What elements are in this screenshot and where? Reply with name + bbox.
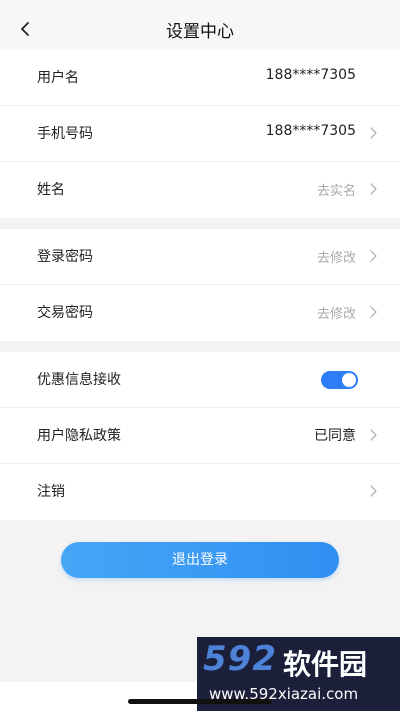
row-label: 姓名 [37, 182, 65, 198]
row-value: 去实名 [316, 184, 356, 199]
row-value: 去修改 [316, 307, 356, 322]
row-label: 注销 [37, 484, 65, 500]
row-deregister[interactable]: 注销 [0, 464, 400, 520]
row-promo-receive: 优惠信息接收 [0, 352, 400, 408]
row-label: 交易密码 [37, 305, 93, 321]
row-label: 用户隐私政策 [37, 428, 121, 444]
row-realname[interactable]: 姓名 去实名 [0, 162, 400, 218]
promo-toggle[interactable] [321, 371, 358, 389]
home-indicator[interactable] [128, 699, 272, 704]
watermark-logo: 592 [203, 639, 277, 679]
chevron-right-icon [370, 306, 377, 318]
row-value: 188****7305 [265, 123, 356, 139]
page-title: 设置中心 [166, 22, 234, 42]
row-label: 登录密码 [37, 249, 93, 265]
privacy-group: 优惠信息接收 用户隐私政策 已同意 注销 [0, 352, 400, 520]
row-value: 188****7305 [265, 67, 356, 83]
row-label: 优惠信息接收 [37, 372, 121, 388]
row-value: 去修改 [316, 251, 356, 266]
chevron-right-icon [370, 250, 377, 262]
row-username: 用户名 188****7305 [0, 50, 400, 106]
row-privacy-policy[interactable]: 用户隐私政策 已同意 [0, 408, 400, 464]
logout-button[interactable]: 退出登录 [61, 542, 339, 578]
row-label: 手机号码 [37, 126, 93, 142]
chevron-right-icon [370, 183, 377, 195]
chevron-right-icon [370, 485, 377, 497]
navigation-bar: 设置中心 [0, 0, 400, 56]
row-value: 已同意 [314, 428, 356, 444]
toggle-knob [342, 373, 356, 387]
row-login-password[interactable]: 登录密码 去修改 [0, 229, 400, 285]
watermark-name: 软件园 [283, 648, 368, 681]
chevron-right-icon [370, 429, 377, 441]
account-group: 用户名 188****7305 手机号码 188****7305 姓名 去实名 [0, 50, 400, 218]
chevron-right-icon [370, 127, 377, 139]
row-trade-password[interactable]: 交易密码 去修改 [0, 285, 400, 341]
password-group: 登录密码 去修改 交易密码 去修改 [0, 229, 400, 341]
row-phone[interactable]: 手机号码 188****7305 [0, 106, 400, 162]
row-label: 用户名 [37, 70, 79, 86]
